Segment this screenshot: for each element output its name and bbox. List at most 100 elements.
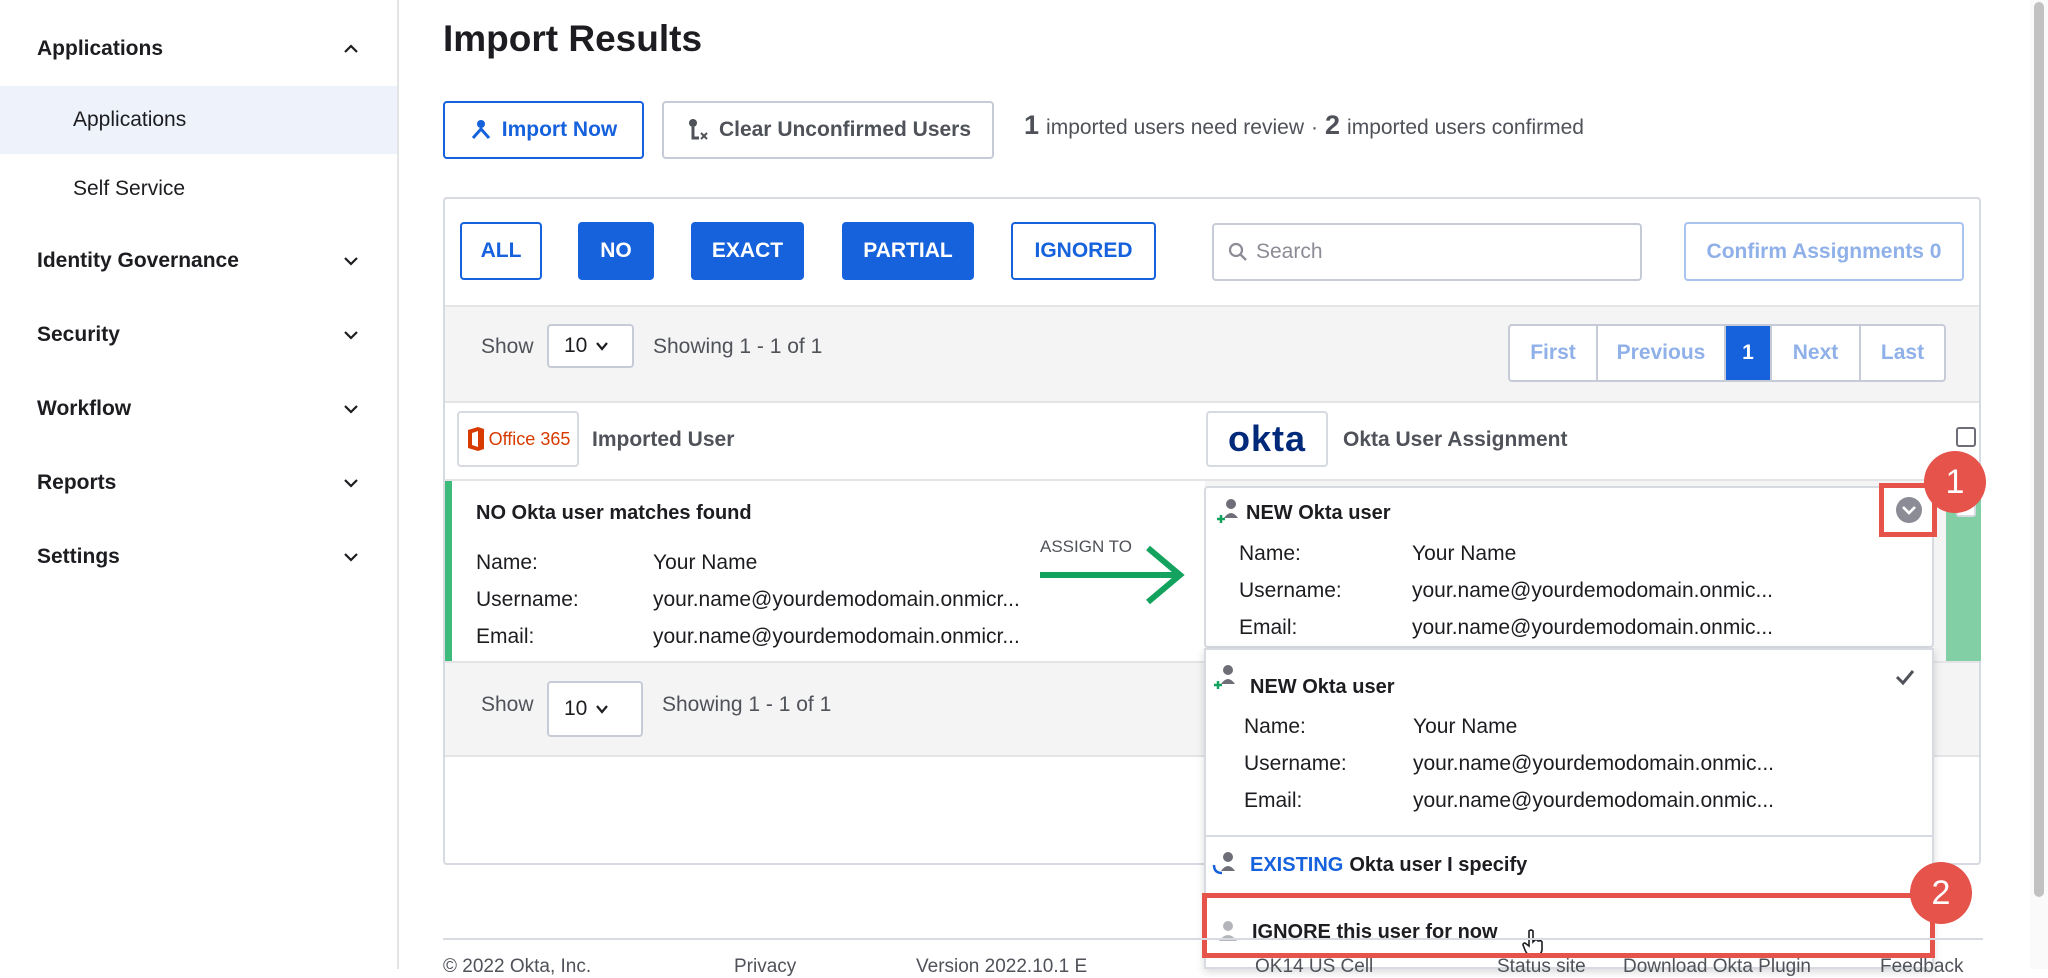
search-input[interactable]: Search <box>1212 223 1642 281</box>
username-value: your.name@yourdemodomain.onmicr... <box>653 588 1020 611</box>
nav-section-label: Workflow <box>37 397 132 420</box>
review-text: imported users need review <box>1046 116 1304 139</box>
email-label: Email: <box>476 625 535 648</box>
checkmark-icon <box>1895 670 1915 686</box>
okta-logo: okta <box>1206 411 1328 467</box>
scrollbar-thumb[interactable] <box>2034 2 2044 897</box>
search-icon <box>1228 242 1247 261</box>
select-all-checkbox[interactable] <box>1956 427 1976 447</box>
name-label: Name: <box>476 551 538 574</box>
clear-user-icon <box>688 119 708 140</box>
filter-label: IGNORED <box>1034 239 1133 262</box>
nav-section-reports[interactable]: Reports <box>0 453 397 513</box>
footer-status-site-link[interactable]: Status site <box>1497 956 1586 978</box>
dropdown-new-title: NEW Okta user <box>1250 676 1395 698</box>
pager-first[interactable]: First <box>1510 326 1598 380</box>
dropdown-name-value: Your Name <box>1413 715 1518 738</box>
add-user-icon <box>1217 499 1238 523</box>
nav-section-label: Identity Governance <box>37 249 239 272</box>
chevron-up-icon <box>344 44 358 53</box>
filter-exact-button[interactable]: EXACT <box>691 222 804 280</box>
filter-label: PARTIAL <box>863 239 953 262</box>
footer-feedback-link[interactable]: Feedback <box>1880 956 1963 978</box>
page-title: Import Results <box>443 18 703 59</box>
chevron-down-icon <box>596 705 609 714</box>
office-icon <box>467 427 484 451</box>
page-scrollbar[interactable] <box>2030 0 2048 969</box>
chevron-down-icon <box>344 479 358 488</box>
import-now-label: Import Now <box>501 118 618 141</box>
footer-privacy-link[interactable]: Privacy <box>734 956 796 978</box>
pager-previous[interactable]: Previous <box>1598 326 1726 380</box>
showing-count-bottom: Showing 1 - 1 of 1 <box>662 693 832 716</box>
dropdown-email-label: Email: <box>1244 789 1303 812</box>
assignment-name-label: Name: <box>1239 542 1301 565</box>
page-size-select-bottom[interactable]: 10 <box>547 681 643 737</box>
chevron-down-icon <box>344 405 358 414</box>
nav-section-applications[interactable]: Applications <box>0 19 397 79</box>
pagination: First Previous 1 Next Last <box>1508 324 1946 382</box>
filter-partial-button[interactable]: PARTIAL <box>842 222 974 280</box>
chevron-down-icon <box>596 342 609 351</box>
nav-section-label: Reports <box>37 471 117 494</box>
nav-section-security[interactable]: Security <box>0 305 397 365</box>
nav-section-workflow[interactable]: Workflow <box>0 379 397 439</box>
assignment-email-label: Email: <box>1239 616 1298 639</box>
username-label: Username: <box>476 588 579 611</box>
filter-label: ALL <box>480 239 522 262</box>
nav-item-label: Self Service <box>73 177 186 200</box>
sidebar: Applications Applications Self Service I… <box>0 0 399 969</box>
confirm-assignments-button[interactable]: Confirm Assignments 0 <box>1684 222 1964 281</box>
import-status: 1 imported users need review · 2 importe… <box>1024 110 1584 141</box>
import-now-button[interactable]: Import Now <box>443 101 644 159</box>
import-user-icon <box>471 120 490 139</box>
confirmed-count: 2 <box>1325 110 1341 140</box>
footer-version: Version 2022.10.1 E <box>916 956 1088 977</box>
show-label: Show <box>481 335 534 358</box>
filter-label: NO <box>600 239 632 262</box>
showing-count: Showing 1 - 1 of 1 <box>653 335 823 358</box>
assignment-name-value: Your Name <box>1412 542 1517 565</box>
dropdown-email-value: your.name@yourdemodomain.onmic... <box>1413 789 1774 812</box>
callout-badge-1: 1 <box>1924 451 1986 513</box>
assignment-email-value: your.name@yourdemodomain.onmic... <box>1412 616 1773 639</box>
filter-ignored-button[interactable]: IGNORED <box>1011 222 1156 280</box>
confirmed-text: imported users confirmed <box>1347 116 1584 139</box>
okta-user-assignment-header: Okta User Assignment <box>1343 428 1568 451</box>
dropdown-username-value: your.name@yourdemodomain.onmic... <box>1413 752 1774 775</box>
dropdown-option-existing-user[interactable]: EXISTING Okta user I specify <box>1206 835 1932 895</box>
nav-section-settings[interactable]: Settings <box>0 527 397 587</box>
confirm-assignments-label: Confirm Assignments 0 <box>1706 239 1942 263</box>
nav-item-label: Applications <box>73 108 187 131</box>
dropdown-username-label: Username: <box>1244 752 1347 775</box>
page-size-value: 10 <box>564 334 588 357</box>
email-value: your.name@yourdemodomain.onmicr... <box>653 625 1020 648</box>
footer-download-plugin-link[interactable]: Download Okta Plugin <box>1623 956 1811 978</box>
footer-copyright: © 2022 Okta, Inc. <box>443 956 592 977</box>
filter-label: EXACT <box>711 239 784 262</box>
assignment-username-value: your.name@yourdemodomain.onmic... <box>1412 579 1773 602</box>
callout-badge-2: 2 <box>1910 862 1972 924</box>
chevron-down-icon <box>344 553 358 562</box>
existing-rest: Okta user I specify <box>1349 853 1528 876</box>
match-status: NO Okta user matches found <box>476 502 752 524</box>
okta-logo-text: okta <box>1227 418 1307 459</box>
pager-current-page[interactable]: 1 <box>1726 326 1772 380</box>
nav-section-identity-governance[interactable]: Identity Governance <box>0 231 397 291</box>
filter-no-button[interactable]: NO <box>578 222 654 280</box>
filter-all-button[interactable]: ALL <box>460 222 542 280</box>
pager-next[interactable]: Next <box>1772 326 1861 380</box>
nav-section-label: Applications <box>37 37 164 60</box>
nav-item-applications[interactable]: Applications <box>0 86 397 154</box>
assign-arrow-icon <box>1040 545 1185 605</box>
chevron-down-icon <box>344 331 358 340</box>
nav-section-label: Settings <box>37 545 120 568</box>
assignment-title: NEW Okta user <box>1246 502 1391 524</box>
pager-last[interactable]: Last <box>1861 326 1944 380</box>
page-size-select[interactable]: 10 <box>547 324 634 368</box>
clear-unconfirmed-users-button[interactable]: Clear Unconfirmed Users <box>662 101 994 159</box>
add-user-icon <box>1214 665 1235 689</box>
name-value: Your Name <box>653 551 758 574</box>
nav-item-self-service[interactable]: Self Service <box>0 155 397 223</box>
clear-unconfirmed-label: Clear Unconfirmed Users <box>718 118 972 141</box>
